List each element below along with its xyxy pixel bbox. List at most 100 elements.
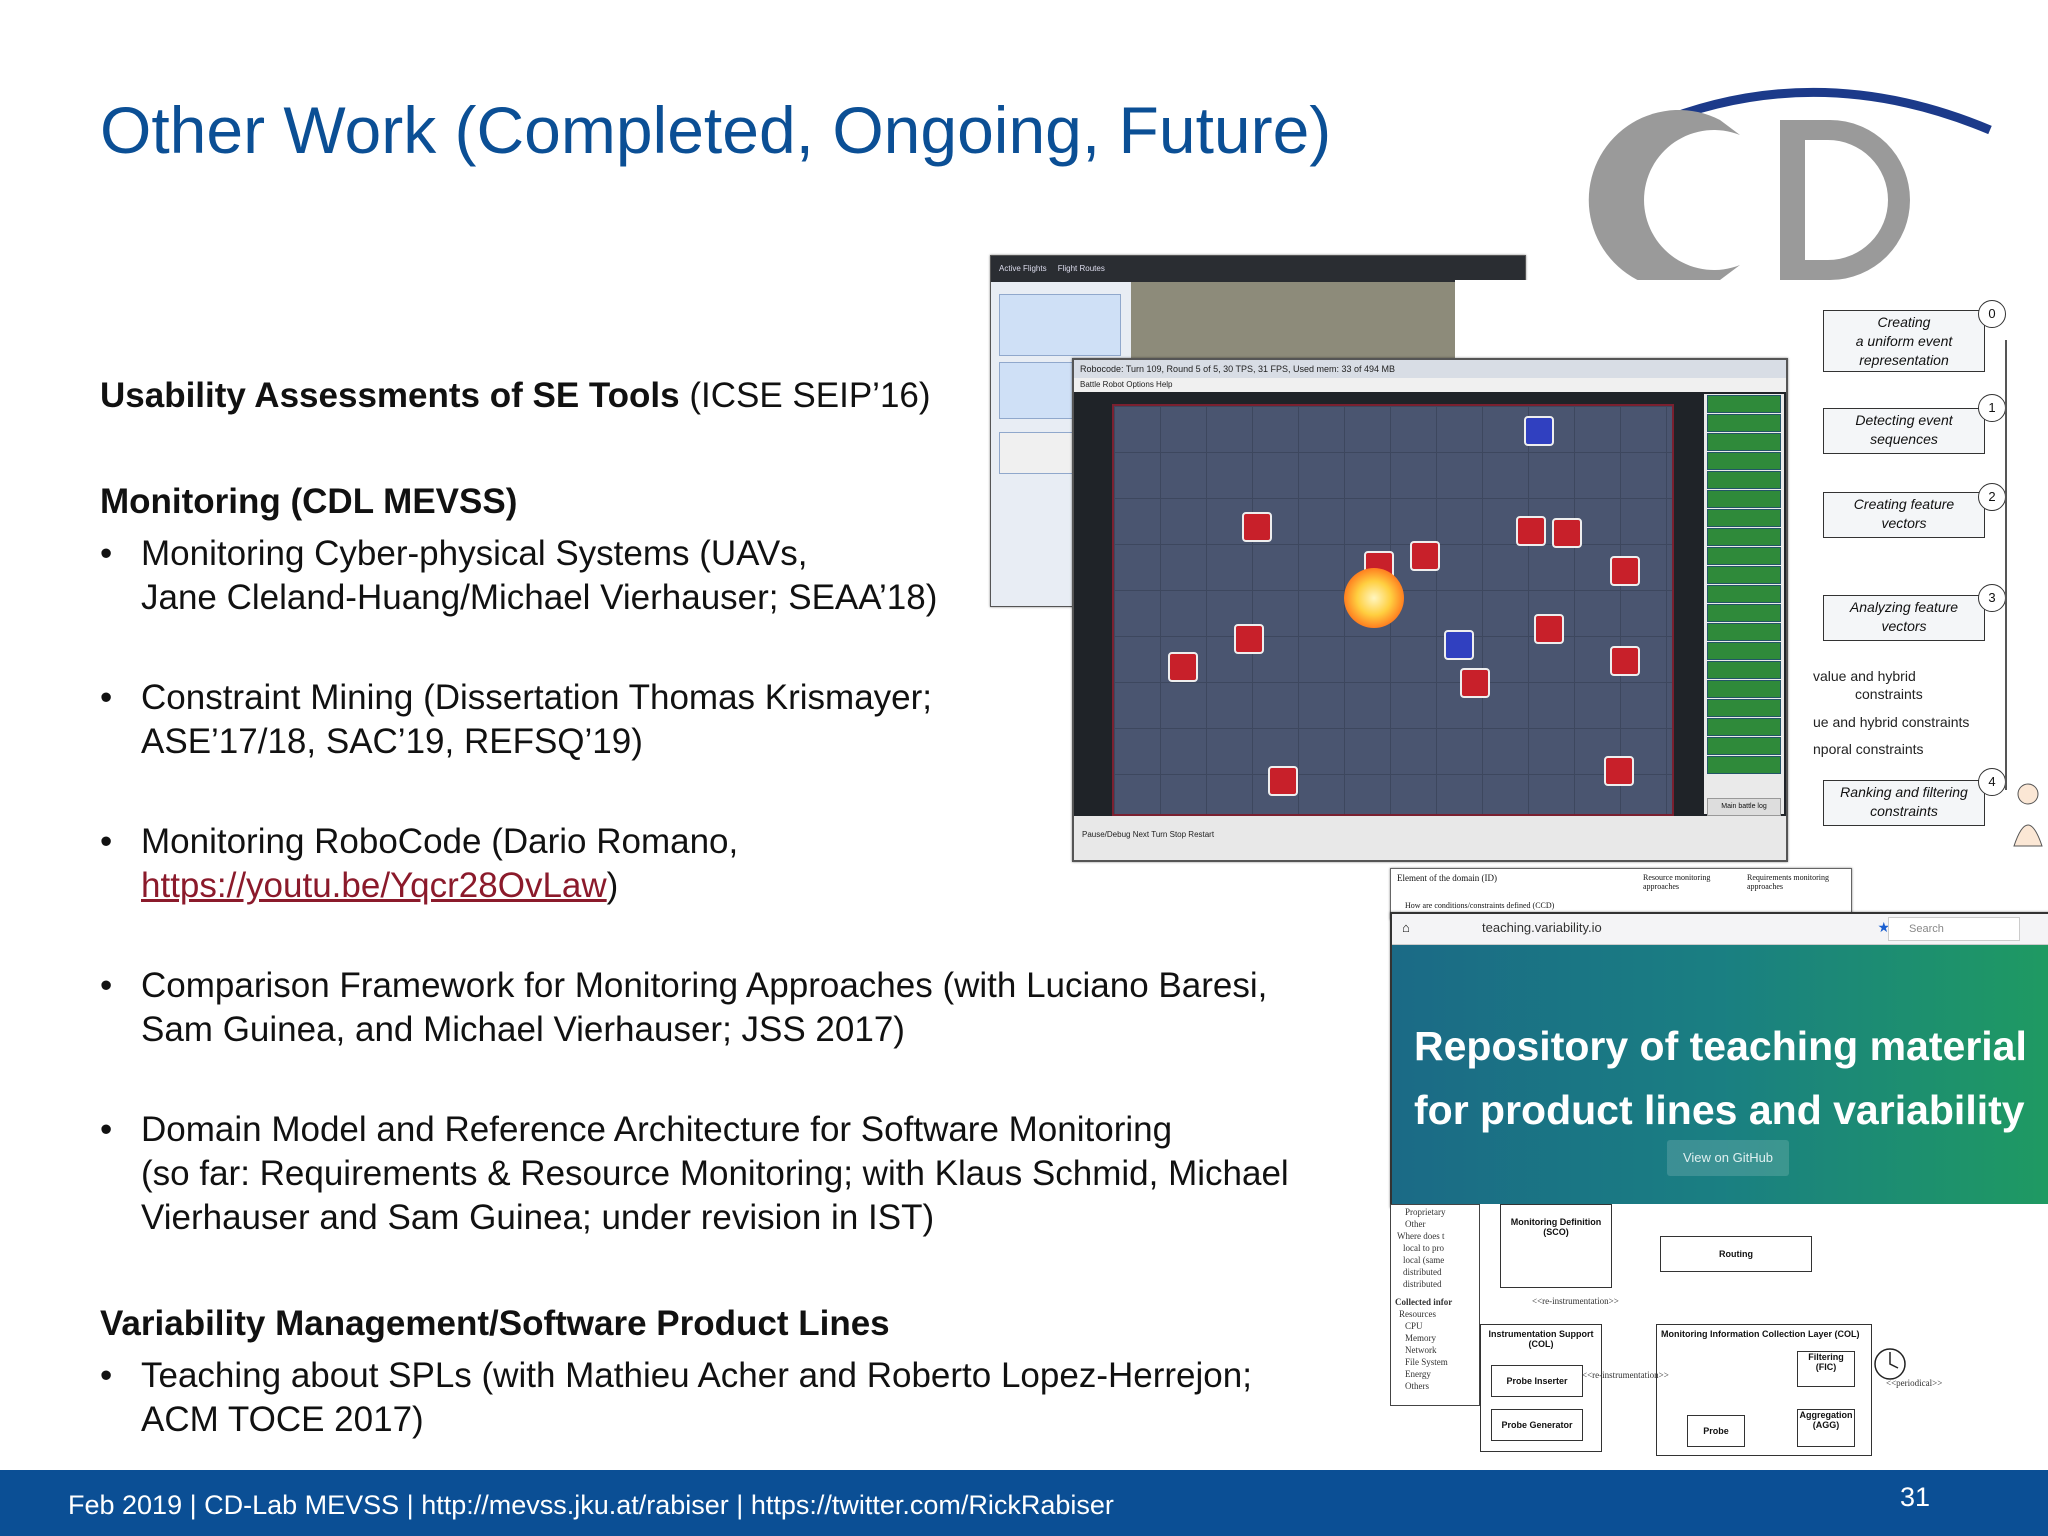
- filtering-box: Filtering (FIC): [1797, 1351, 1855, 1387]
- banner-line: for product lines and variability: [1414, 1087, 2025, 1133]
- robot: [1410, 541, 1440, 571]
- explosion: [1344, 568, 1404, 628]
- list-text: local to pro: [1403, 1243, 1444, 1253]
- banner-line: Repository of teaching material: [1414, 1023, 2027, 1069]
- bullet: •: [100, 534, 113, 573]
- instrumentation-support-box: Instrumentation Support (COL) Probe Inse…: [1480, 1324, 1602, 1452]
- step-label: representation: [1859, 352, 1949, 368]
- battle-arena: [1112, 404, 1674, 816]
- table-header: Resource monitoring approaches: [1643, 873, 1711, 891]
- probe-box: Probe: [1687, 1415, 1745, 1447]
- item-line: (so far: Requirements & Resource Monitor…: [141, 1154, 1289, 1193]
- arch-label: <<re-instrumentation>>: [1582, 1370, 1669, 1380]
- step-number: 2: [1978, 483, 2006, 511]
- list-text: CPU: [1405, 1321, 1423, 1331]
- box-title: Instrumentation Support (COL): [1488, 1329, 1594, 1349]
- list-text: Memory: [1405, 1333, 1436, 1343]
- bullet: •: [100, 1356, 113, 1395]
- item-line: Vierhauser and Sam Guinea; under revisio…: [141, 1198, 935, 1237]
- note-text: ue and hybrid constraints: [1813, 714, 1970, 730]
- step-number: 3: [1978, 584, 2006, 612]
- robot: [1610, 556, 1640, 586]
- flight-tabbar: Active Flights Flight Routes: [991, 256, 1525, 282]
- list-text: Resources: [1399, 1309, 1436, 1319]
- bullet: •: [100, 1110, 113, 1149]
- list-text: Other: [1405, 1219, 1426, 1229]
- robocode-titlebar: Robocode: Turn 109, Round 5 of 5, 30 TPS…: [1074, 360, 1786, 378]
- robot: [1242, 512, 1272, 542]
- robot: [1524, 416, 1554, 446]
- step-label: vectors: [1881, 515, 1927, 531]
- main-battle-log-button[interactable]: Main battle log: [1707, 798, 1781, 816]
- info-collection-layer-box: Monitoring Information Collection Layer …: [1656, 1324, 1872, 1456]
- table-row: How are conditions/constraints defined (…: [1405, 901, 1555, 910]
- step-label: vectors: [1881, 618, 1927, 634]
- footer-bar: Feb 2019 | CD-Lab MEVSS | http://mevss.j…: [0, 1470, 2048, 1536]
- step-number: 1: [1978, 394, 2006, 422]
- step-label: a uniform event: [1855, 333, 1953, 349]
- step-label: Detecting event: [1855, 412, 1953, 428]
- list-item: • Domain Model and Reference Architectur…: [100, 1108, 1400, 1240]
- step-label: Analyzing feature: [1849, 599, 1959, 615]
- arch-label: <<re-instrumentation>>: [1532, 1296, 1619, 1306]
- bullet: •: [100, 822, 113, 861]
- aggregation-box: Aggregation (AGG): [1797, 1409, 1855, 1447]
- pipeline-step-4: Ranking and filtering constraints: [1823, 780, 1985, 826]
- list-text: distributed: [1403, 1279, 1442, 1289]
- robocode-screenshot: Robocode: Turn 109, Round 5 of 5, 30 TPS…: [1072, 358, 1788, 862]
- list-text: Energy: [1405, 1369, 1431, 1379]
- list-item: • Comparison Framework for Monitoring Ap…: [100, 964, 1400, 1052]
- item-line: Comparison Framework for Monitoring Appr…: [141, 966, 1268, 1005]
- pipeline-step-1: Detecting event sequences: [1823, 408, 1985, 454]
- heading-reference: (ICSE SEIP’16): [679, 376, 931, 415]
- browser-search-input[interactable]: Search: [1888, 917, 2020, 941]
- robot: [1444, 630, 1474, 660]
- home-icon[interactable]: ⌂: [1402, 920, 1410, 935]
- robot: [1268, 766, 1298, 796]
- pipeline-step-2: Creating feature vectors: [1823, 492, 1985, 538]
- slide-title: Other Work (Completed, Ongoing, Future): [100, 93, 1332, 167]
- teaching-variability-website: ⌂ teaching.variability.io ★ Search Repos…: [1390, 912, 2048, 1208]
- probe-generator-box: Probe Generator: [1491, 1409, 1583, 1441]
- probe-inserter-box: Probe Inserter: [1491, 1365, 1583, 1397]
- flight-card: [999, 294, 1121, 356]
- item-line: Teaching about SPLs (with Mathieu Acher …: [141, 1356, 1252, 1395]
- step-label: Ranking and filtering: [1840, 784, 1968, 800]
- banner-heading: Repository of teaching material for prod…: [1414, 1014, 2027, 1142]
- item-line: Domain Model and Reference Architecture …: [141, 1110, 1173, 1149]
- closing-paren: ): [606, 866, 619, 905]
- robot: [1534, 614, 1564, 644]
- robot-list: Main battle log: [1704, 394, 1784, 816]
- control-buttons[interactable]: Pause/Debug Next Turn Stop Restart: [1082, 830, 1214, 839]
- step-label: Creating: [1877, 314, 1931, 330]
- footer-text: Feb 2019 | CD-Lab MEVSS | http://mevss.j…: [68, 1490, 1114, 1520]
- robot: [1168, 652, 1198, 682]
- clock-icon: [1874, 1348, 1906, 1380]
- robot: [1460, 668, 1490, 698]
- page-number: 31: [1900, 1482, 1931, 1512]
- youtube-link[interactable]: https://youtu.be/Yqcr28OvLaw: [141, 866, 607, 905]
- table-header: Requirements monitoring approaches: [1747, 873, 1829, 891]
- bullet: •: [100, 678, 113, 717]
- url-field[interactable]: teaching.variability.io: [1482, 917, 1912, 939]
- item-line-link: https://youtu.be/Yqcr28OvLaw): [141, 864, 1400, 908]
- robot: [1610, 646, 1640, 676]
- step-label: sequences: [1870, 431, 1938, 447]
- step-label: constraints: [1870, 803, 1938, 819]
- routing-box: Routing: [1660, 1236, 1812, 1272]
- list-text: Collected infor: [1395, 1297, 1453, 1307]
- connector-line: [2005, 340, 2007, 790]
- heading-text: Usability Assessments of SE Tools: [100, 376, 680, 415]
- pipeline-step-0: Creating a uniform event representation: [1823, 310, 1985, 372]
- list-text: local (same: [1403, 1255, 1445, 1265]
- list-text: Where does t: [1397, 1231, 1445, 1241]
- bullet: •: [100, 966, 113, 1005]
- tab-active-flights: Active Flights: [999, 264, 1047, 273]
- person-icon: [2013, 783, 2043, 847]
- view-on-github-button[interactable]: View on GitHub: [1667, 1140, 1789, 1176]
- step-number: 4: [1978, 768, 2006, 796]
- box-title: Monitoring Information Collection Layer …: [1661, 1329, 1860, 1339]
- item-line: Sam Guinea, and Michael Vierhauser; JSS …: [141, 1010, 905, 1049]
- cd-lab-logo: [1588, 87, 1992, 290]
- note-text: nporal constraints: [1813, 741, 1924, 757]
